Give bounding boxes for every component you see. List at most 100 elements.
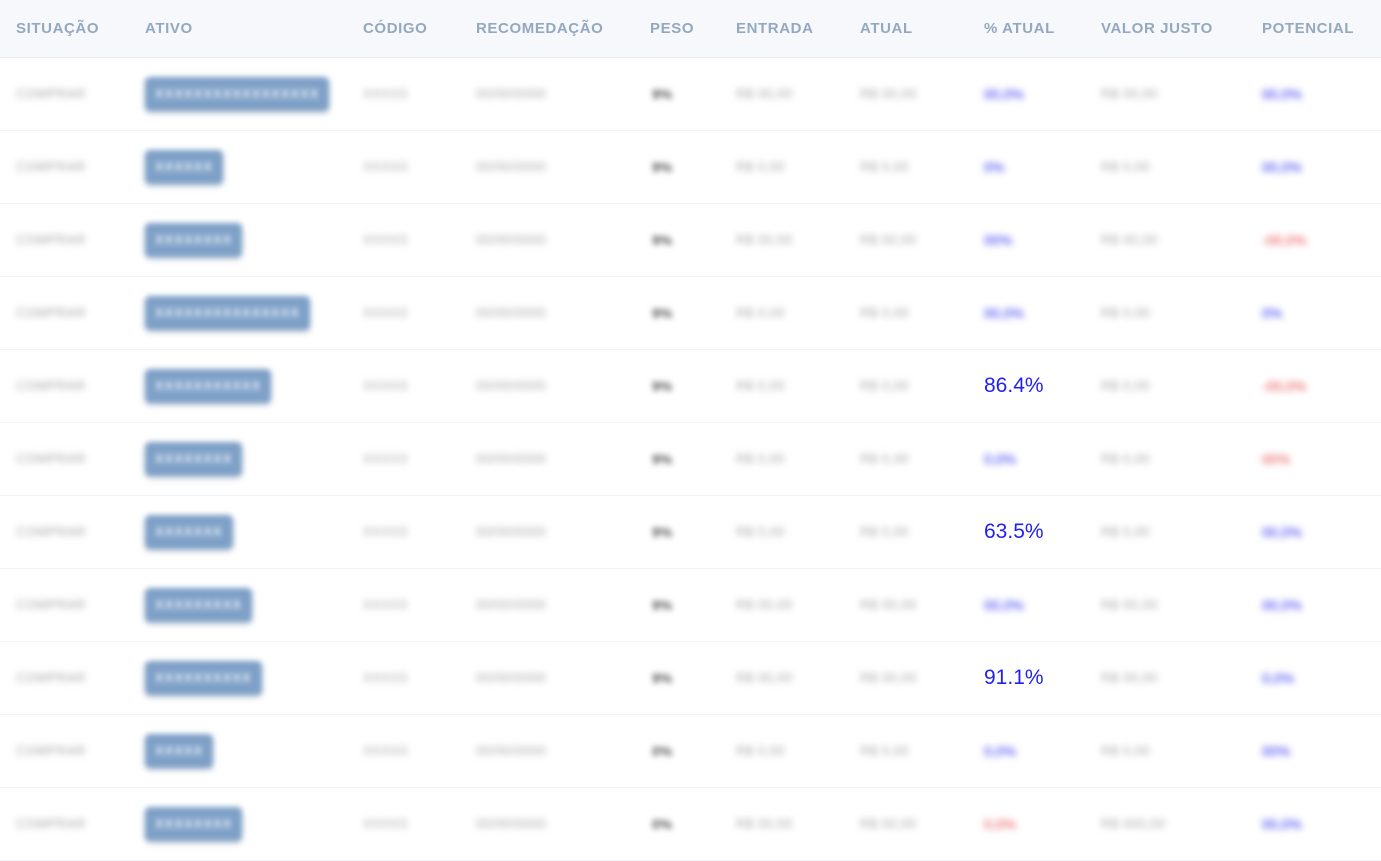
- atual-cell-wrap: R$ 00,00: [860, 787, 917, 860]
- header-peso[interactable]: PESO: [650, 20, 694, 37]
- table-row[interactable]: COMPRAR XXXXXXXXX XXXX3 00/00/0000 9% R$ 00,0…: [0, 568, 1381, 642]
- ativo-badge-wrap: XXXXX: [145, 714, 214, 787]
- pct-atual-cell: 00,0%: [984, 596, 1024, 613]
- codigo-cell-wrap: XXXX3: [363, 57, 407, 130]
- peso-cell: 9%: [652, 669, 673, 686]
- header-potencial[interactable]: POTENCIAL: [1262, 20, 1354, 37]
- recomendacao-cell-wrap: 00/00/0000: [476, 130, 546, 203]
- ativo-badge[interactable]: XXXXXXXXXX: [145, 660, 262, 695]
- ativo-badge[interactable]: XXXXXXXXXXXXXXXXX: [145, 76, 330, 111]
- entrada-cell: R$ 00,00: [736, 597, 793, 612]
- situacao-cell-wrap: COMPRAR: [16, 495, 86, 568]
- entrada-cell: R$ 0,00: [736, 743, 786, 758]
- atual-cell: R$ 00,00: [860, 670, 917, 685]
- potencial-cell: 00,0%: [1262, 523, 1302, 540]
- atual-cell: R$ 0,00: [860, 451, 910, 466]
- valor-justo-cell-wrap: R$ 00,00: [1101, 641, 1158, 714]
- entrada-cell-wrap: R$ 00,00: [736, 787, 793, 860]
- ativo-badge[interactable]: XXXXXX: [145, 149, 224, 184]
- codigo-cell-wrap: XXXX3: [363, 495, 407, 568]
- peso-cell: 0%: [652, 742, 673, 759]
- situacao-cell: COMPRAR: [16, 597, 86, 612]
- entrada-cell-wrap: R$ 0,00: [736, 714, 785, 787]
- header-ativo[interactable]: ATIVO: [145, 20, 193, 37]
- pct-atual-cell: 63.5%: [984, 519, 1044, 543]
- peso-cell: 9%: [652, 231, 673, 248]
- ativo-badge[interactable]: XXXXXXXX: [145, 441, 243, 476]
- entrada-cell-wrap: R$ 0,00: [736, 276, 785, 349]
- atual-cell-wrap: R$ 0,00: [860, 349, 909, 422]
- situacao-cell: COMPRAR: [16, 378, 86, 393]
- atual-cell: R$ 00,00: [860, 597, 917, 612]
- entrada-cell: R$ 0,00: [736, 524, 786, 539]
- header-codigo[interactable]: CÓDIGO: [363, 20, 427, 37]
- codigo-cell-wrap: XXXX3: [363, 787, 407, 860]
- atual-cell-wrap: R$ 0,00: [860, 276, 909, 349]
- table-row[interactable]: COMPRAR XXXXXX XXXX3 00/00/0000 9% R$ 0,00 R$ …: [0, 130, 1381, 204]
- table-row[interactable]: COMPRAR XXXXXXXXXXXXXXX XXXX3 00/00/0000 9% R…: [0, 276, 1381, 350]
- potencial-cell-wrap: -00,0%: [1262, 203, 1306, 276]
- situacao-cell: COMPRAR: [16, 816, 86, 831]
- table-row[interactable]: COMPRAR XXXXX XXXX3 00/00/0000 0% R$ 0,00 R$ 0…: [0, 714, 1381, 788]
- header-valor-justo[interactable]: VALOR JUSTO: [1101, 20, 1213, 37]
- header-atual[interactable]: ATUAL: [860, 20, 913, 37]
- entrada-cell-wrap: R$ 0,00: [736, 495, 785, 568]
- codigo-cell: XXXX3: [363, 305, 408, 320]
- potencial-cell-wrap: 00,0%: [1262, 787, 1302, 860]
- situacao-cell-wrap: COMPRAR: [16, 276, 86, 349]
- potencial-cell: 00%: [1262, 742, 1291, 759]
- situacao-cell-wrap: COMPRAR: [16, 787, 86, 860]
- table-row[interactable]: COMPRAR XXXXXXXXXXX XXXX3 00/00/0000 9% R$ 0,…: [0, 349, 1381, 423]
- table-row[interactable]: COMPRAR XXXXXXXX XXXX3 00/00/0000 9% R$ 0,00 R…: [0, 422, 1381, 496]
- ativo-badge-wrap: XXXXXXXXXX: [145, 641, 262, 714]
- peso-cell-wrap: 0%: [652, 714, 672, 787]
- entrada-cell: R$ 0,00: [736, 305, 786, 320]
- table-row[interactable]: COMPRAR XXXXXXXX XXXX3 00/00/0000 9% R$ 00,00…: [0, 203, 1381, 277]
- ativo-badge[interactable]: XXXXXXX: [145, 514, 233, 549]
- table-row[interactable]: COMPRAR XXXXXXXXXXXXXXXXX XXXX3 00/00/0000 9…: [0, 57, 1381, 131]
- potencial-cell: 00%: [1262, 450, 1291, 467]
- header-pct-atual[interactable]: % ATUAL: [984, 20, 1055, 37]
- peso-cell-wrap: 9%: [652, 641, 672, 714]
- situacao-cell-wrap: COMPRAR: [16, 568, 86, 641]
- header-situacao[interactable]: SITUAÇÃO: [16, 20, 99, 37]
- valor-justo-cell: R$ 0,00: [1101, 743, 1151, 758]
- valor-justo-cell-wrap: R$ 00,00: [1101, 568, 1158, 641]
- atual-cell-wrap: R$ 0,00: [860, 495, 909, 568]
- situacao-cell-wrap: COMPRAR: [16, 57, 86, 130]
- table-row[interactable]: COMPRAR XXXXXXXXXX XXXX3 00/00/0000 9% R$ 00,…: [0, 641, 1381, 715]
- ativo-badge[interactable]: XXXXXXXX: [145, 806, 243, 841]
- ativo-badge[interactable]: XXXXX: [145, 733, 214, 768]
- peso-cell-wrap: 9%: [652, 130, 672, 203]
- entrada-cell: R$ 0,00: [736, 451, 786, 466]
- entrada-cell-wrap: R$ 00,00: [736, 203, 793, 276]
- ativo-badge[interactable]: XXXXXXXXX: [145, 587, 253, 622]
- codigo-cell: XXXX3: [363, 597, 408, 612]
- entrada-cell-wrap: R$ 00,00: [736, 641, 793, 714]
- potencial-cell-wrap: 0%: [1262, 276, 1282, 349]
- table-row[interactable]: COMPRAR XXXXXXX XXXX3 00/00/0000 9% R$ 0,00 R$…: [0, 495, 1381, 569]
- atual-cell-wrap: R$ 00,00: [860, 641, 917, 714]
- pct-atual-cell-wrap: 00%: [984, 203, 1012, 276]
- codigo-cell-wrap: XXXX3: [363, 422, 407, 495]
- header-recomendacao[interactable]: RECOMEDAÇÃO: [476, 20, 603, 37]
- valor-justo-cell-wrap: R$ 0,00: [1101, 495, 1150, 568]
- codigo-cell: XXXX3: [363, 451, 408, 466]
- valor-justo-cell-wrap: R$ 0,00: [1101, 349, 1150, 422]
- peso-cell: 9%: [652, 523, 673, 540]
- ativo-badge[interactable]: XXXXXXXXXXXXXXX: [145, 295, 311, 330]
- situacao-cell-wrap: COMPRAR: [16, 130, 86, 203]
- ativo-badge-wrap: XXXXXXXXXXXXXXXXX: [145, 57, 330, 130]
- ativo-badge-wrap: XXXXXXXX: [145, 422, 243, 495]
- ativo-badge[interactable]: XXXXXXXXXXX: [145, 368, 272, 403]
- recomendacao-cell-wrap: 00/00/0000: [476, 349, 546, 422]
- recomendacao-cell: 00/00/0000: [476, 743, 547, 758]
- codigo-cell-wrap: XXXX3: [363, 203, 407, 276]
- ativo-badge[interactable]: XXXXXXXX: [145, 222, 243, 257]
- entrada-cell: R$ 00,00: [736, 232, 793, 247]
- table-row[interactable]: COMPRAR XXXXXXXX XXXX3 00/00/0000 0% R$ 00,00…: [0, 787, 1381, 861]
- recomendacao-cell: 00/00/0000: [476, 86, 547, 101]
- header-entrada[interactable]: ENTRADA: [736, 20, 814, 37]
- pct-atual-cell: 91.1%: [984, 665, 1044, 689]
- codigo-cell: XXXX3: [363, 232, 408, 247]
